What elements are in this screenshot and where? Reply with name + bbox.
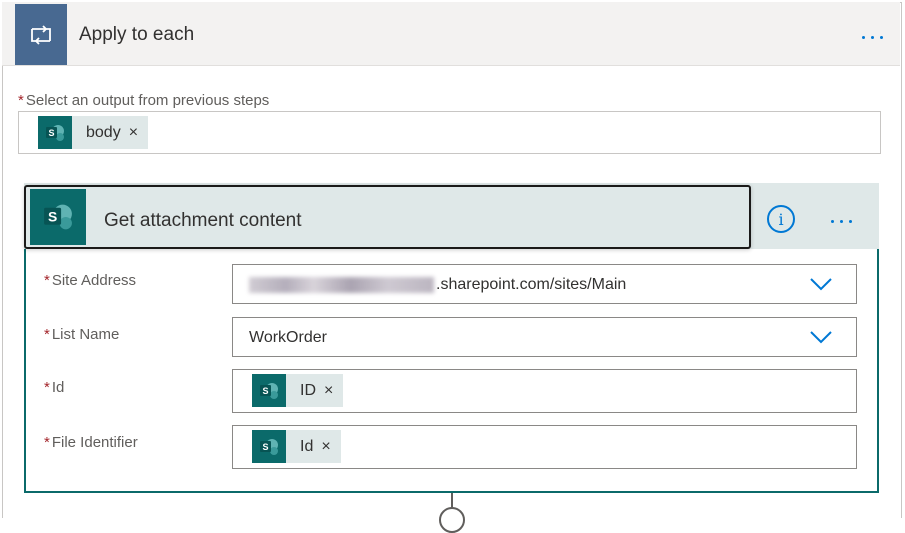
token-remove-icon[interactable]: × (324, 382, 333, 400)
info-icon[interactable]: i (767, 205, 795, 233)
id-input[interactable]: S ID × (232, 369, 857, 413)
apply-to-each-title: Apply to each (79, 24, 195, 45)
chevron-down-icon[interactable] (810, 330, 832, 344)
select-output-label: * Select an output from previous steps (18, 92, 270, 109)
file-identifier-token[interactable]: S Id × (252, 430, 341, 463)
get-attachment-content-header[interactable]: S Get attachment content (24, 185, 751, 249)
loop-icon (15, 4, 67, 65)
chevron-down-icon[interactable] (810, 277, 832, 291)
site-address-label: * Site Address (44, 272, 137, 289)
sharepoint-icon: S (38, 116, 72, 149)
file-identifier-input[interactable]: S Id × (232, 425, 857, 469)
sharepoint-icon: S (30, 189, 86, 245)
token-remove-icon[interactable]: × (321, 438, 330, 456)
site-address-value: .sharepoint.com/sites/Main (436, 276, 627, 293)
select-output-input[interactable]: S body × (18, 111, 881, 154)
svg-text:S: S (48, 209, 57, 225)
svg-text:S: S (48, 128, 54, 138)
body-token[interactable]: S body × (38, 116, 149, 149)
token-label: body (86, 123, 121, 141)
list-name-value: WorkOrder (249, 329, 327, 346)
file-identifier-label: * File Identifier (44, 434, 138, 451)
token-label: Id (300, 437, 314, 455)
sharepoint-icon: S (252, 374, 286, 407)
site-address-dropdown[interactable]: .sharepoint.com/sites/Main (232, 264, 857, 304)
token-remove-icon[interactable]: × (129, 124, 138, 142)
apply-to-each-header[interactable]: Apply to each (2, 2, 900, 66)
list-name-dropdown[interactable]: WorkOrder (232, 317, 857, 357)
ellipsis-icon[interactable] (862, 36, 883, 39)
add-step-icon[interactable] (439, 507, 465, 533)
svg-text:S: S (262, 386, 268, 396)
sharepoint-icon: S (252, 430, 286, 463)
redacted-text (249, 277, 434, 293)
token-label: ID (300, 381, 316, 399)
id-label: * Id (44, 379, 65, 396)
id-token[interactable]: S ID × (252, 374, 344, 407)
action-title: Get attachment content (104, 210, 302, 231)
list-name-label: * List Name (44, 326, 120, 343)
svg-text:S: S (262, 442, 268, 452)
ellipsis-icon[interactable] (831, 220, 852, 223)
